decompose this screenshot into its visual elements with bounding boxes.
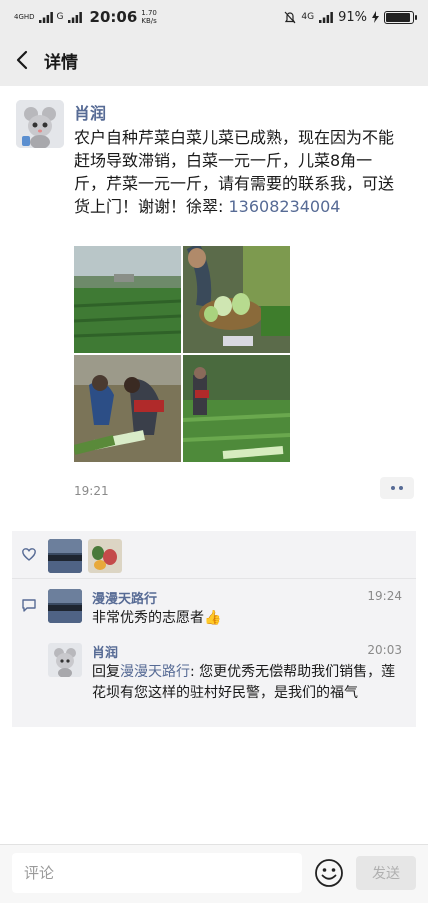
page-title: 详情 [44,52,78,73]
send-button[interactable]: 发送 [356,856,416,890]
charging-icon [372,11,379,23]
network-indicator-right: 4G [301,12,315,22]
photo-celery-field[interactable] [183,355,290,462]
network-indicator: 4GHD [14,13,35,21]
like-avatar[interactable] [48,539,82,573]
phone-link[interactable]: 13608234004 [228,197,340,216]
author-avatar[interactable] [16,100,64,148]
post-time: 19:21 [74,484,109,498]
likes-row [12,531,416,579]
clock: 20:06 [89,8,138,26]
reply-to-name[interactable]: 漫漫天路行 [120,664,190,680]
like-avatar[interactable] [88,539,122,573]
mute-icon [284,11,296,23]
comment-text[interactable]: 非常优秀的志愿者👍 [92,608,221,629]
status-bar: 4GHD G 20:06 1.70 KB/s 4G 91% [0,0,428,34]
network-speed: 1.70 KB/s [141,9,157,25]
comment-time: 19:24 [367,589,402,603]
battery-fill [386,12,410,22]
comment-bar: 发送 [0,844,428,903]
comment-author[interactable]: 漫漫天路行 [92,588,157,607]
comment-avatar[interactable] [48,643,82,677]
comment-text[interactable]: 回复漫漫天路行: 您更优秀无偿帮助我们销售，莲花坝有您这样的驻村好民警，是我们的… [92,662,402,704]
photo-grid [74,246,290,462]
comment-icon [22,599,36,612]
back-button[interactable] [0,34,44,86]
heart-icon [22,548,36,561]
signal-icon-2 [67,11,82,23]
comment-avatar[interactable] [48,589,82,623]
post-author[interactable]: 肖润 [74,100,106,124]
emoji-icon[interactable] [314,858,344,888]
comment-author[interactable]: 肖润 [92,642,118,661]
network-sub-label: G [56,12,64,22]
photo-field[interactable] [74,246,181,353]
battery-icon [384,10,417,24]
comment-input[interactable] [12,853,302,893]
more-button[interactable] [380,477,414,499]
interaction-panel: 漫漫天路行 19:24 非常优秀的志愿者👍 肖润 20:03 回复漫漫天路行: … [12,531,416,727]
battery-percent: 91% [338,9,367,25]
nav-bar: 详情 [0,34,428,86]
chevron-left-icon [16,50,28,70]
photo-harvesting[interactable] [74,355,181,462]
photo-vegetable-basket[interactable] [183,246,290,353]
post-text: 农户自种芹菜白菜儿菜已成熟，现在因为不能赶场导致滞销，白菜一元一斤，儿菜8角一斤… [74,126,404,218]
comment-time: 20:03 [367,643,402,657]
signal-icon [38,11,53,23]
signal-icon-3 [319,11,333,23]
thumbs-up-emoji: 👍 [204,610,222,626]
